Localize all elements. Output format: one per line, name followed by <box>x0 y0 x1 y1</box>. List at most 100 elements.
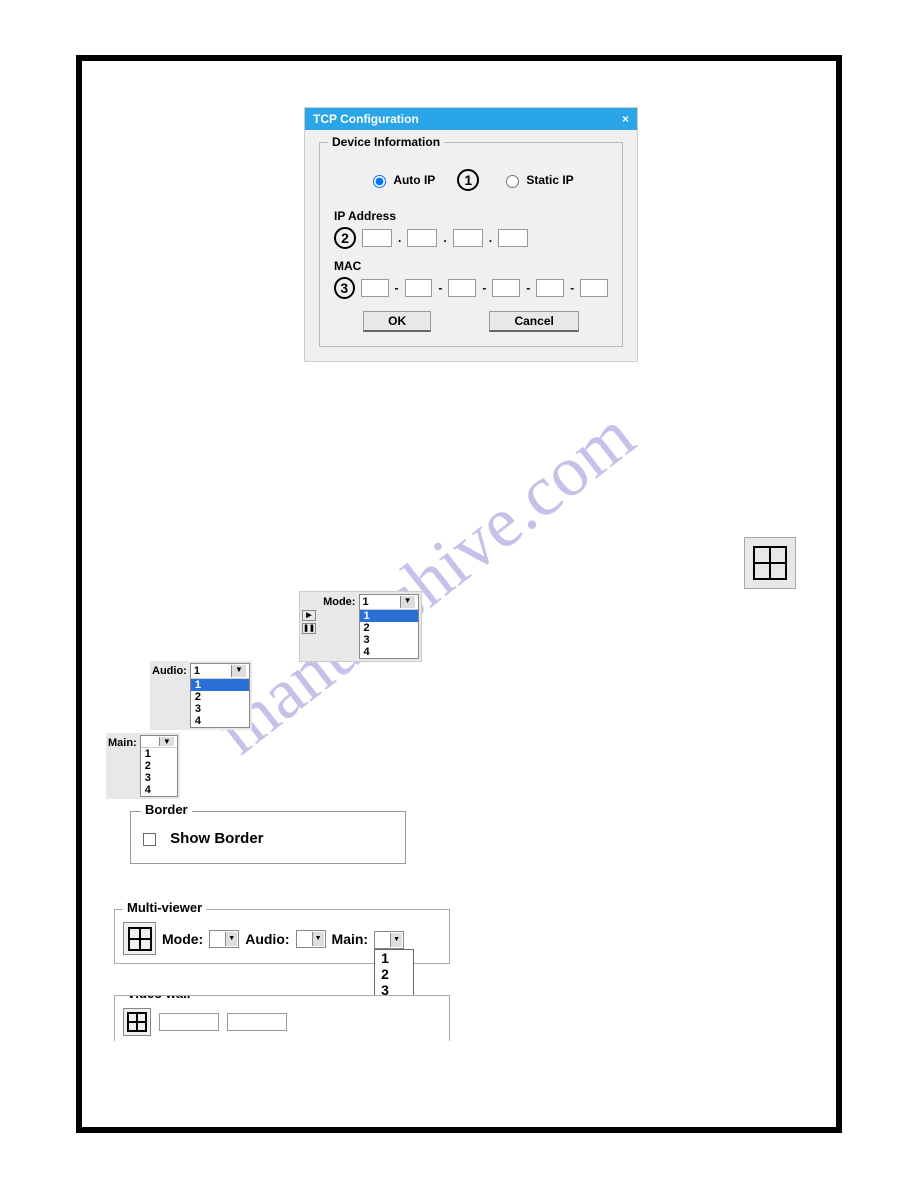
play-pause-icons: ▶ ❚❚ <box>302 610 316 634</box>
dash-sep: - <box>570 281 574 295</box>
main-select[interactable]: ▼ 1 2 3 4 <box>140 735 178 797</box>
mode-option-list: 1 2 3 4 <box>360 610 418 658</box>
static-ip-radio[interactable]: Static IP <box>501 172 573 188</box>
ip-octet-4[interactable] <box>498 229 528 247</box>
chevron-down-icon: ▼ <box>400 596 415 608</box>
multi-viewer-group: Multi-viewer Mode: ▼ Audio: ▼ Main: ▼ 1 … <box>114 909 450 964</box>
audio-option[interactable]: 4 <box>191 715 249 727</box>
ip-octet-3[interactable] <box>453 229 483 247</box>
chevron-down-icon: ▼ <box>231 665 246 677</box>
group-legend: Device Information <box>328 135 444 149</box>
mac-2[interactable] <box>405 279 433 297</box>
dot-sep: . <box>443 231 446 245</box>
device-info-group: Device Information Auto IP 1 Static IP I… <box>319 142 623 347</box>
dialog-titlebar: TCP Configuration × <box>305 108 637 130</box>
dialog-title: TCP Configuration <box>313 112 419 126</box>
main-option[interactable]: 1 <box>141 748 177 760</box>
mode-option[interactable]: 1 <box>360 610 418 622</box>
ok-button[interactable]: OK <box>363 311 431 332</box>
audio-option[interactable]: 1 <box>191 679 249 691</box>
annotation-3: 3 <box>334 277 355 299</box>
dialog-buttons: OK Cancel <box>334 311 608 332</box>
video-wall-row <box>123 1008 441 1036</box>
mv-mode-label: Mode: <box>162 931 203 947</box>
mv-audio-label: Audio: <box>245 931 289 947</box>
multiview-grid-button[interactable] <box>744 537 796 589</box>
mode-dropdown-snippet: ▶ ❚❚ Mode: 1 ▼ 1 2 3 4 <box>299 591 422 662</box>
multi-viewer-legend: Multi-viewer <box>123 900 206 915</box>
auto-ip-input[interactable] <box>373 175 386 188</box>
grid-icon <box>128 927 152 951</box>
multiview-grid-button-small[interactable] <box>123 922 156 955</box>
dialog-body: Device Information Auto IP 1 Static IP I… <box>305 130 637 361</box>
auto-ip-radio[interactable]: Auto IP <box>368 172 435 188</box>
video-wall-field-1[interactable] <box>159 1013 219 1031</box>
ip-octet-1[interactable] <box>362 229 392 247</box>
main-option[interactable]: 3 <box>141 772 177 784</box>
dash-sep: - <box>395 281 399 295</box>
mac-1[interactable] <box>361 279 389 297</box>
mv-main-option[interactable]: 2 <box>375 966 413 982</box>
audio-option-list: 1 2 3 4 <box>191 679 249 727</box>
show-border-checkbox[interactable] <box>143 833 156 846</box>
mode-option[interactable]: 3 <box>360 634 418 646</box>
ip-address-row: 2 . . . <box>334 227 608 249</box>
mv-main-label: Main: <box>332 931 369 947</box>
main-option[interactable]: 4 <box>141 784 177 796</box>
chevron-down-icon: ▼ <box>225 932 237 946</box>
mac-4[interactable] <box>492 279 520 297</box>
show-border-label: Show Border <box>170 830 263 847</box>
mac-6[interactable] <box>580 279 608 297</box>
pause-icon[interactable]: ❚❚ <box>302 623 316 634</box>
audio-label: Audio: <box>152 663 187 677</box>
video-wall-group: Video wall <box>114 995 450 1041</box>
main-option-list: 1 2 3 4 <box>141 748 177 796</box>
mv-mode-select[interactable]: ▼ <box>209 930 239 948</box>
watermark: manualshive.com <box>200 394 650 771</box>
ip-mode-radios: Auto IP 1 Static IP <box>334 169 608 191</box>
video-wall-grid-icon[interactable] <box>123 1008 151 1036</box>
mv-audio-select[interactable]: ▼ <box>296 930 326 948</box>
audio-option[interactable]: 2 <box>191 691 249 703</box>
main-label: Main: <box>108 735 137 749</box>
mode-select[interactable]: 1 ▼ 1 2 3 4 <box>359 594 419 659</box>
mac-3[interactable] <box>448 279 476 297</box>
video-wall-legend: Video wall <box>123 995 194 1001</box>
audio-value: 1 <box>194 665 200 677</box>
annotation-1: 1 <box>457 169 479 191</box>
main-option[interactable]: 2 <box>141 760 177 772</box>
mode-option[interactable]: 2 <box>360 622 418 634</box>
chevron-down-icon: ▼ <box>390 933 402 947</box>
audio-select[interactable]: 1 ▼ 1 2 3 4 <box>190 663 250 728</box>
main-dropdown-snippet: Main: ▼ 1 2 3 4 <box>106 733 180 799</box>
static-ip-input[interactable] <box>506 175 519 188</box>
mode-label: Mode: <box>323 594 355 608</box>
cancel-button[interactable]: Cancel <box>489 311 578 332</box>
video-wall-field-2[interactable] <box>227 1013 287 1031</box>
auto-ip-label: Auto IP <box>393 173 435 187</box>
dash-sep: - <box>482 281 486 295</box>
tcp-config-dialog: TCP Configuration × Device Information A… <box>304 107 638 362</box>
mv-main-option[interactable]: 1 <box>375 950 413 966</box>
mv-main-wrap: ▼ 1 2 3 4 <box>374 928 404 949</box>
ip-octet-2[interactable] <box>407 229 437 247</box>
chevron-down-icon: ▼ <box>159 737 174 746</box>
multi-viewer-row: Mode: ▼ Audio: ▼ Main: ▼ 1 2 3 4 <box>123 922 441 955</box>
dash-sep: - <box>526 281 530 295</box>
dot-sep: . <box>398 231 401 245</box>
grid-icon <box>753 546 787 580</box>
mv-main-select[interactable]: ▼ <box>374 931 404 949</box>
annotation-2: 2 <box>334 227 356 249</box>
ip-address-label: IP Address <box>334 209 608 223</box>
play-icon[interactable]: ▶ <box>302 610 316 621</box>
page-frame: manualshive.com TCP Configuration × Devi… <box>76 55 842 1133</box>
grid-icon <box>127 1012 147 1032</box>
chevron-down-icon: ▼ <box>312 932 324 946</box>
dot-sep: . <box>489 231 492 245</box>
audio-option[interactable]: 3 <box>191 703 249 715</box>
close-icon[interactable]: × <box>622 112 629 126</box>
mode-option[interactable]: 4 <box>360 646 418 658</box>
mac-5[interactable] <box>536 279 564 297</box>
mac-label: MAC <box>334 259 608 273</box>
dash-sep: - <box>438 281 442 295</box>
